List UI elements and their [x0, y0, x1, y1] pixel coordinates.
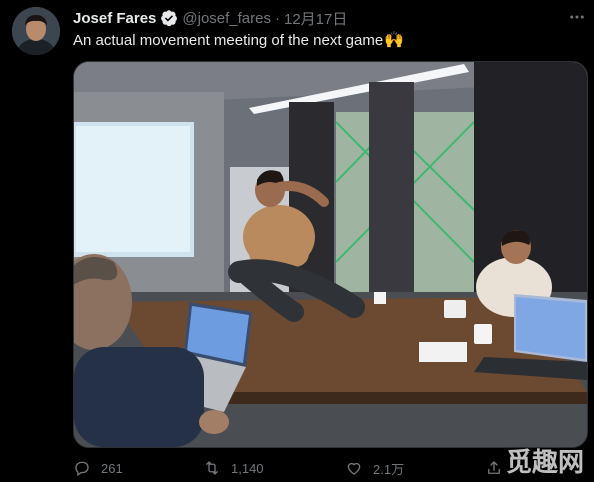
meeting-room-photo	[74, 62, 587, 447]
tweet-date[interactable]: 12月17日	[284, 8, 347, 29]
author-handle[interactable]: @josef_fares	[182, 10, 271, 27]
tweet-header: Josef Fares @josef_fares · 12月17日	[73, 8, 347, 28]
tweet-text: An actual movement meeting of the next g…	[73, 30, 404, 50]
tweet: Josef Fares @josef_fares · 12月17日 An act…	[0, 0, 594, 482]
reply-count: 261	[101, 460, 123, 476]
like-button[interactable]: 2.1万	[345, 456, 404, 480]
reply-icon	[75, 461, 89, 477]
more-icon[interactable]	[566, 6, 588, 28]
tweet-text-body: An actual movement meeting of the next g…	[73, 31, 384, 49]
retweet-button[interactable]: 1,140	[203, 456, 264, 480]
verified-badge-icon	[161, 10, 178, 27]
separator-dot: ·	[275, 9, 280, 27]
tweet-photo[interactable]	[73, 61, 588, 448]
like-icon	[347, 462, 361, 475]
avatar[interactable]	[12, 7, 60, 55]
author-name[interactable]: Josef Fares	[73, 10, 156, 27]
tweet-actions: 261 1,140 2.1万	[73, 456, 523, 480]
site-watermark-logo: 觅趣网	[505, 446, 584, 477]
retweet-count: 1,140	[231, 460, 264, 476]
avatar-image	[12, 7, 60, 55]
like-count: 2.1万	[373, 461, 405, 477]
retweet-icon	[206, 461, 218, 475]
raising-hands-emoji: 🙌	[384, 32, 405, 49]
reply-button[interactable]: 261	[73, 456, 123, 480]
